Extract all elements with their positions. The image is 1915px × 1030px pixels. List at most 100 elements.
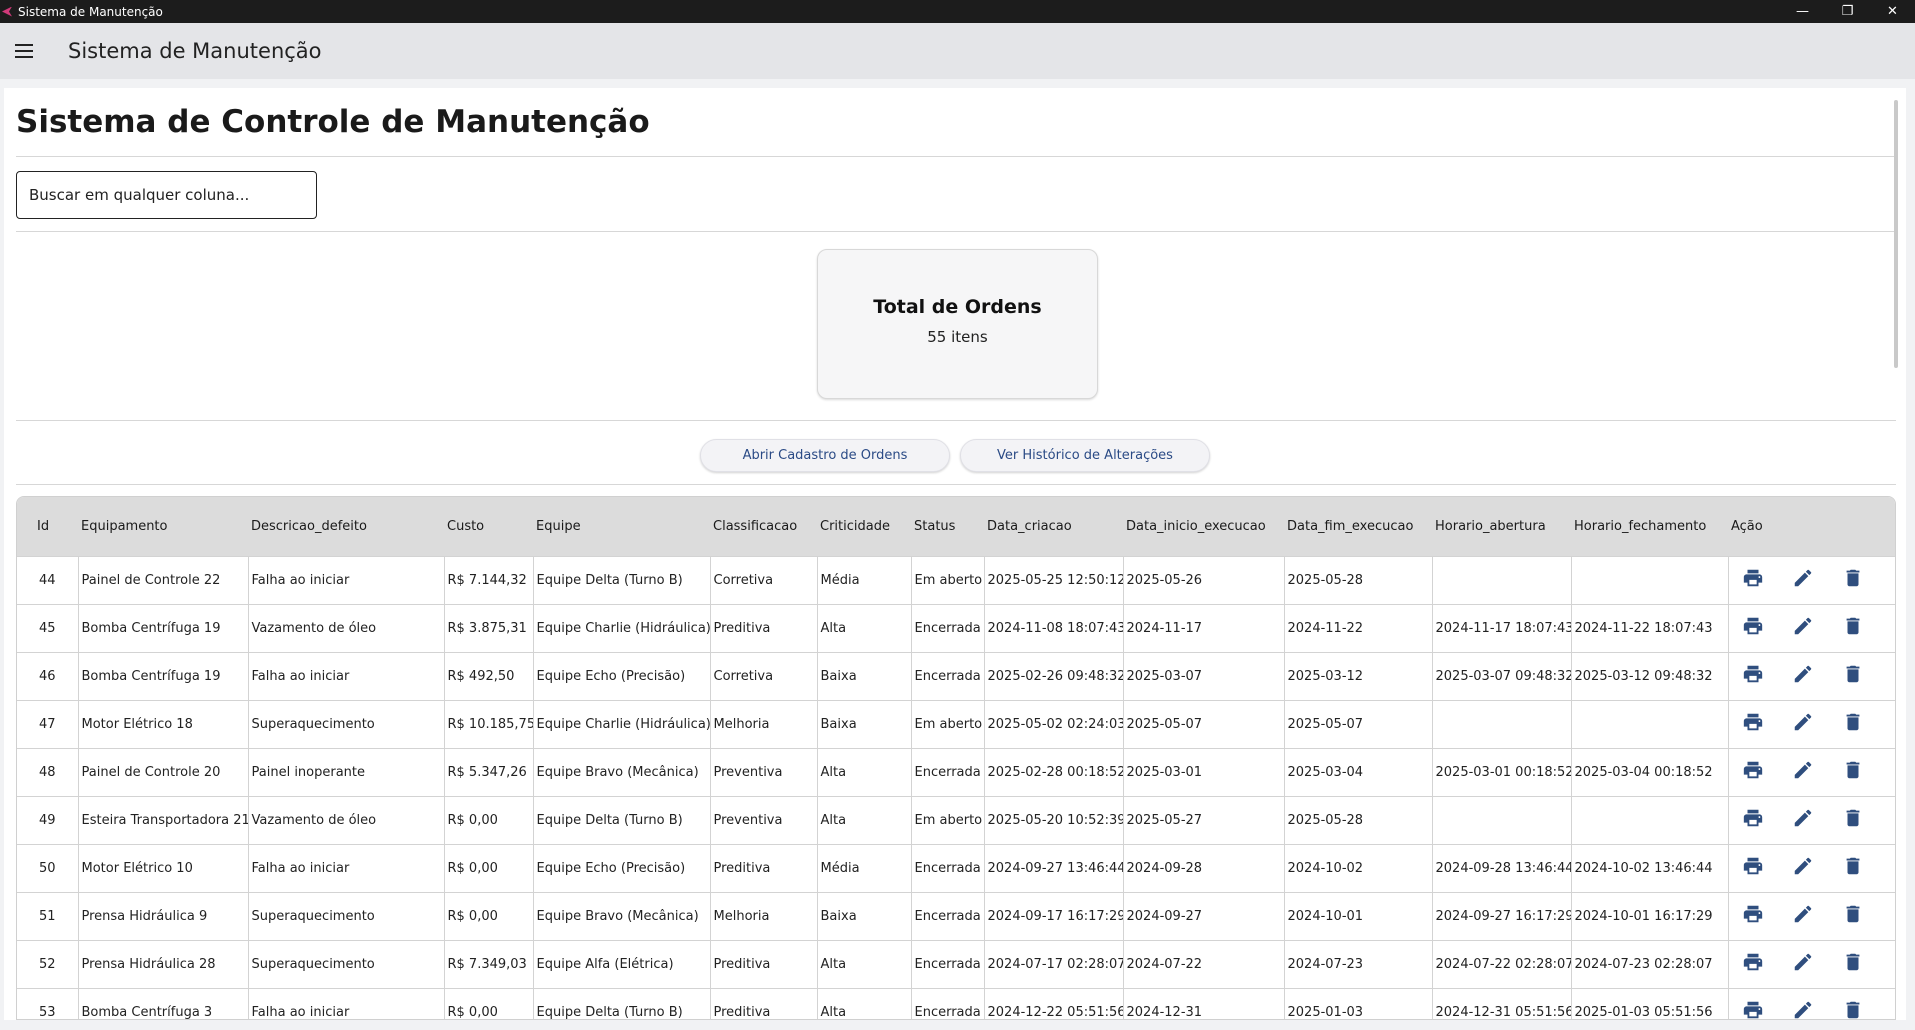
actions-cell	[1728, 987, 1895, 1019]
actions-cell	[1728, 795, 1895, 844]
delete-button[interactable]	[1842, 761, 1864, 783]
column-header[interactable]: Data_inicio_execucao	[1123, 497, 1284, 556]
table-cell: 2024-12-31 05:51:56	[1432, 987, 1572, 1019]
table-cell: Painel de Controle 20	[78, 747, 249, 796]
table-cell: Preditiva	[710, 843, 818, 892]
table-cell: Alta	[817, 987, 912, 1019]
trash-icon	[1842, 903, 1864, 929]
table-cell: 2025-01-03 05:51:56	[1571, 987, 1729, 1019]
table-row[interactable]: 44 Painel de Controle 22 Falha ao iniciar R…	[17, 555, 1895, 604]
delete-button[interactable]	[1842, 569, 1864, 591]
print-button[interactable]	[1742, 953, 1764, 975]
edit-button[interactable]	[1792, 617, 1814, 639]
table-cell: 2024-07-22 02:28:07	[1432, 939, 1572, 988]
table-row[interactable]: 47 Motor Elétrico 18 Superaquecimento R$ 10…	[17, 699, 1895, 748]
table-row[interactable]: 52 Prensa Hidráulica 28 Superaquecimento R$…	[17, 939, 1895, 988]
column-header[interactable]: Criticidade	[817, 497, 911, 556]
delete-button[interactable]	[1842, 713, 1864, 735]
delete-button[interactable]	[1842, 617, 1864, 639]
delete-button[interactable]	[1842, 665, 1864, 687]
table-cell: Média	[817, 555, 912, 604]
delete-button[interactable]	[1842, 953, 1864, 975]
column-header[interactable]: Data_fim_execucao	[1284, 497, 1432, 556]
edit-button[interactable]	[1792, 1001, 1814, 1019]
table-row[interactable]: 51 Prensa Hidráulica 9 Superaquecimento R$ …	[17, 891, 1895, 940]
table-cell: 2025-02-26 09:48:32	[984, 651, 1124, 700]
table-cell: 2024-10-02 13:46:44	[1571, 843, 1729, 892]
restore-button[interactable]: ❐	[1825, 0, 1870, 23]
table-cell: 2024-09-27 13:46:44	[984, 843, 1124, 892]
table-cell: Corretiva	[710, 555, 818, 604]
column-header[interactable]: Custo	[444, 497, 533, 556]
column-header[interactable]: Horario_fechamento	[1571, 497, 1728, 556]
delete-button[interactable]	[1842, 1001, 1864, 1019]
table-row[interactable]: 53 Bomba Centrífuga 3 Falha ao iniciar R$ 0…	[17, 987, 1895, 1019]
print-button[interactable]	[1742, 809, 1764, 831]
table-cell: Superaquecimento	[248, 699, 445, 748]
print-button[interactable]	[1742, 713, 1764, 735]
print-button[interactable]	[1742, 999, 1764, 1019]
printer-icon	[1742, 999, 1764, 1019]
print-button[interactable]	[1742, 761, 1764, 783]
column-header[interactable]: Descricao_defeito	[248, 497, 444, 556]
column-header[interactable]: Horario_abertura	[1432, 497, 1571, 556]
vertical-scrollbar[interactable]	[1894, 100, 1898, 368]
column-header[interactable]: Data_criacao	[984, 497, 1123, 556]
delete-button[interactable]	[1842, 809, 1864, 831]
column-header[interactable]: Id	[17, 497, 78, 556]
table-cell	[1432, 699, 1572, 748]
print-button[interactable]	[1742, 617, 1764, 639]
hamburger-menu-icon[interactable]	[12, 39, 36, 63]
table-cell: Preditiva	[710, 939, 818, 988]
print-button[interactable]	[1742, 857, 1764, 879]
delete-button[interactable]	[1842, 905, 1864, 927]
history-button[interactable]: Ver Histórico de Alterações	[960, 439, 1210, 472]
close-button[interactable]: ✕	[1870, 0, 1915, 23]
print-button[interactable]	[1742, 665, 1764, 687]
table-row[interactable]: 48 Painel de Controle 20 Painel inoperante…	[17, 747, 1895, 796]
table-row[interactable]: 45 Bomba Centrífuga 19 Vazamento de óleo R$…	[17, 603, 1895, 652]
table-cell	[1571, 795, 1729, 844]
table-cell: Equipe Bravo (Mecânica)	[533, 891, 711, 940]
edit-button[interactable]	[1792, 665, 1814, 687]
table-cell: Falha ao iniciar	[248, 987, 445, 1019]
delete-button[interactable]	[1842, 857, 1864, 879]
column-header[interactable]: Equipamento	[78, 497, 248, 556]
table-cell: R$ 10.185,75	[444, 699, 534, 748]
table-cell: 2024-11-22	[1284, 603, 1433, 652]
edit-button[interactable]	[1792, 953, 1814, 975]
search-input[interactable]	[16, 171, 317, 219]
table-cell: Bomba Centrífuga 19	[78, 603, 249, 652]
table-cell: Baixa	[817, 651, 912, 700]
table-cell: 2024-11-08 18:07:43	[984, 603, 1124, 652]
open-register-button[interactable]: Abrir Cadastro de Ordens	[700, 439, 950, 472]
edit-button[interactable]	[1792, 809, 1814, 831]
trash-icon	[1842, 711, 1864, 737]
actions-cell	[1728, 555, 1895, 604]
table-cell: 2025-03-01	[1123, 747, 1285, 796]
edit-button[interactable]	[1792, 761, 1814, 783]
table-cell: Encerrada	[911, 939, 985, 988]
table-cell: Encerrada	[911, 987, 985, 1019]
table-row[interactable]: 46 Bomba Centrífuga 19 Falha ao iniciar R$ …	[17, 651, 1895, 700]
table-row[interactable]: 50 Motor Elétrico 10 Falha ao iniciar R$ 0,…	[17, 843, 1895, 892]
app-title: Sistema de Manutenção	[68, 39, 322, 63]
print-button[interactable]	[1742, 569, 1764, 591]
edit-button[interactable]	[1792, 857, 1814, 879]
table-cell: Preditiva	[710, 603, 818, 652]
minimize-button[interactable]: —	[1780, 0, 1825, 23]
column-header[interactable]: Ação	[1728, 497, 1895, 556]
print-button[interactable]	[1742, 905, 1764, 927]
edit-button[interactable]	[1792, 569, 1814, 591]
column-header[interactable]: Equipe	[533, 497, 710, 556]
table-cell: 2025-03-12 09:48:32	[1571, 651, 1729, 700]
table-cell: Preventiva	[710, 795, 818, 844]
table-row[interactable]: 49 Esteira Transportadora 21 Vazamento de …	[17, 795, 1895, 844]
table-cell: Melhoria	[710, 891, 818, 940]
actions-cell	[1728, 939, 1895, 988]
column-header[interactable]: Classificacao	[710, 497, 817, 556]
edit-button[interactable]	[1792, 713, 1814, 735]
column-header[interactable]: Status	[911, 497, 984, 556]
main-content: Sistema de Controle de Manutenção Total …	[4, 88, 1906, 1020]
edit-button[interactable]	[1792, 905, 1814, 927]
